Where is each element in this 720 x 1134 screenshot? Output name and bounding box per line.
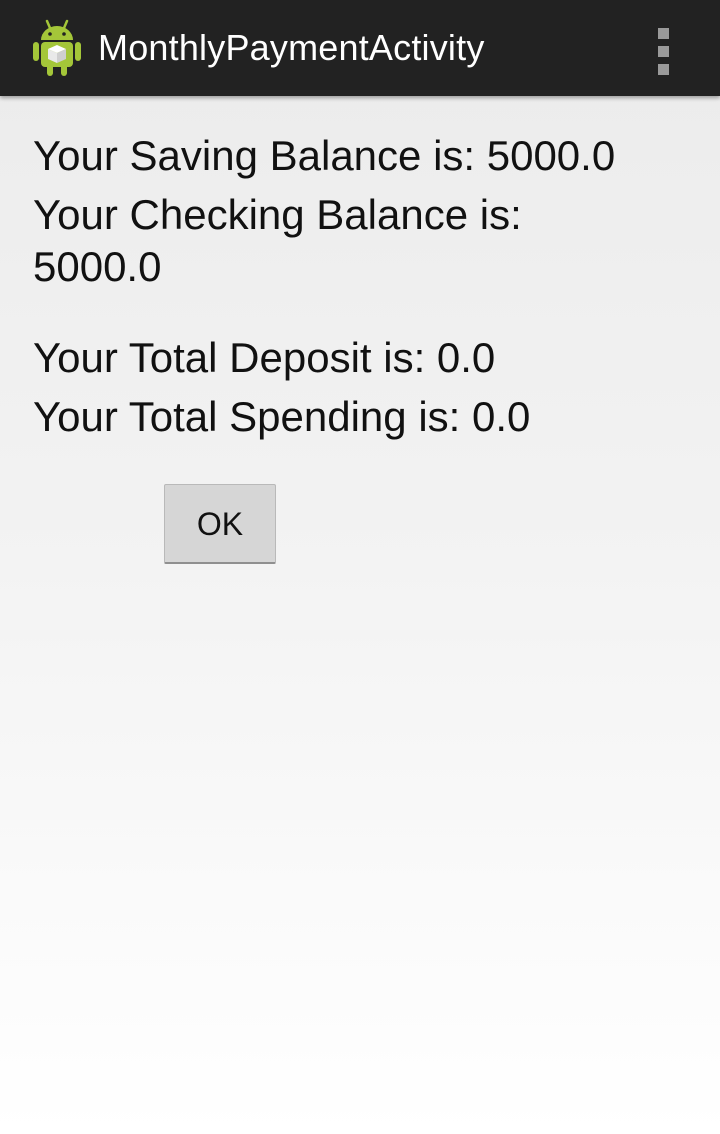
total-spending-text: Your Total Spending is: 0.0 (33, 393, 531, 440)
saving-balance-text: Your Saving Balance is: 5000.0 (33, 132, 616, 179)
balance-summary: Your Saving Balance is: 5000.0 Your Chec… (33, 130, 693, 450)
android-robot-icon[interactable] (30, 18, 84, 78)
checking-balance-text: Your Checking Balance is: 5000.0 (33, 191, 522, 290)
total-deposit-text: Your Total Deposit is: 0.0 (33, 334, 496, 381)
app-title: MonthlyPaymentActivity (98, 27, 485, 68)
overflow-dot (658, 28, 669, 39)
ok-button[interactable]: OK (164, 484, 276, 564)
overflow-dot (658, 64, 669, 75)
action-bar: MonthlyPaymentActivity (0, 0, 720, 96)
overflow-menu-icon[interactable] (644, 20, 684, 76)
overflow-dot (658, 46, 669, 57)
screen: MonthlyPaymentActivity Your Saving Balan… (0, 0, 720, 1134)
